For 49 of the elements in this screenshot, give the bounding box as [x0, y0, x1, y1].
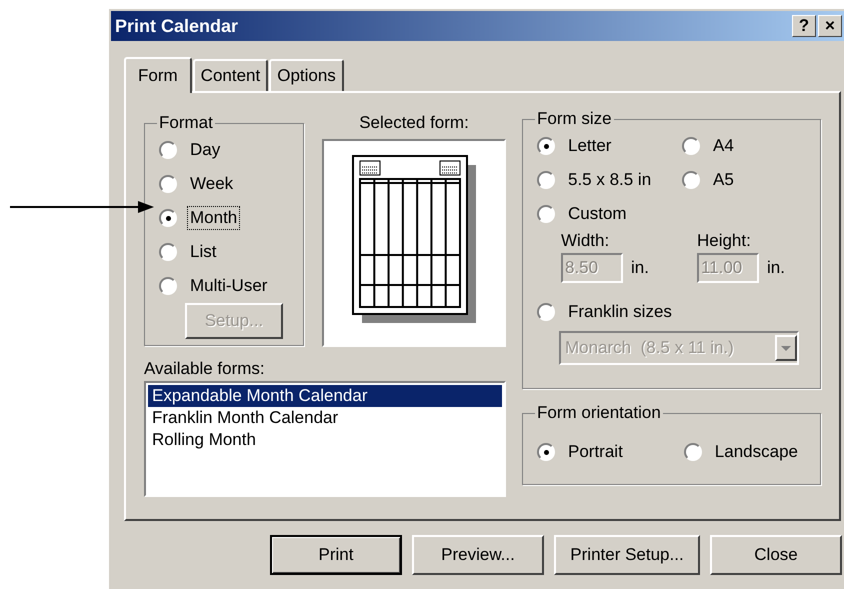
- radio-button[interactable]: [682, 137, 700, 155]
- radio-button[interactable]: [682, 171, 700, 189]
- group-title: Form orientation: [536, 403, 662, 423]
- list-label: Available forms:: [144, 359, 266, 379]
- radio-label[interactable]: Day: [187, 138, 224, 162]
- radio-button[interactable]: [159, 141, 177, 159]
- radio-button[interactable]: [684, 443, 702, 461]
- help-button[interactable]: ?: [792, 15, 816, 37]
- radio-button[interactable]: [537, 171, 555, 189]
- preview-label: Selected form:: [359, 113, 469, 133]
- radio-label[interactable]: 5.5 x 8.5 in: [565, 168, 654, 192]
- radio-label[interactable]: Custom: [565, 202, 630, 226]
- tab[interactable]: Form: [124, 57, 192, 93]
- tab[interactable]: Content: [192, 59, 268, 91]
- radio-button[interactable]: [537, 205, 555, 223]
- list-item[interactable]: Franklin Month Calendar: [148, 407, 502, 429]
- radio-label[interactable]: List: [187, 240, 220, 264]
- radio-label[interactable]: Week: [187, 172, 236, 196]
- radio-button[interactable]: [537, 137, 555, 155]
- list-item[interactable]: Expandable Month Calendar: [148, 385, 502, 407]
- field-label: Height:: [696, 231, 752, 251]
- dialog-button[interactable]: Print: [270, 535, 402, 575]
- radio-label[interactable]: A4: [710, 134, 737, 158]
- radio-label[interactable]: A5: [710, 168, 737, 192]
- radio-label[interactable]: Portrait: [565, 440, 626, 464]
- close-button[interactable]: ×: [818, 15, 842, 37]
- unit-label: in.: [631, 258, 649, 278]
- window-title: Print Calendar: [115, 16, 238, 36]
- tab[interactable]: Options: [269, 59, 344, 91]
- radio-button[interactable]: [537, 443, 555, 461]
- radio-button[interactable]: [159, 277, 177, 295]
- dialog-button[interactable]: Printer Setup...: [554, 535, 700, 575]
- list-item[interactable]: Rolling Month: [148, 429, 502, 451]
- radio-label[interactable]: Letter: [565, 134, 614, 158]
- field-label: Width:: [561, 231, 610, 251]
- unit-label: in.: [766, 258, 785, 278]
- radio-button[interactable]: [159, 175, 177, 193]
- radio-label[interactable]: Multi-User: [187, 274, 270, 298]
- forms-listbox[interactable]: Expandable Month Calendar Franklin Month Calendar Rolling Month: [144, 381, 506, 497]
- radio-label[interactable]: Franklin sizes: [565, 300, 675, 324]
- group-title: Format: [158, 113, 214, 133]
- radio-button[interactable]: [159, 243, 177, 261]
- dialog-button[interactable]: Preview...: [412, 535, 544, 575]
- group-title: Form size: [536, 109, 613, 129]
- dialog-button[interactable]: Close: [710, 535, 842, 575]
- radio-label[interactable]: Month: [187, 206, 240, 230]
- radio-button[interactable]: [537, 303, 555, 321]
- radio-label[interactable]: Landscape: [712, 440, 801, 464]
- radio-button[interactable]: [159, 209, 177, 227]
